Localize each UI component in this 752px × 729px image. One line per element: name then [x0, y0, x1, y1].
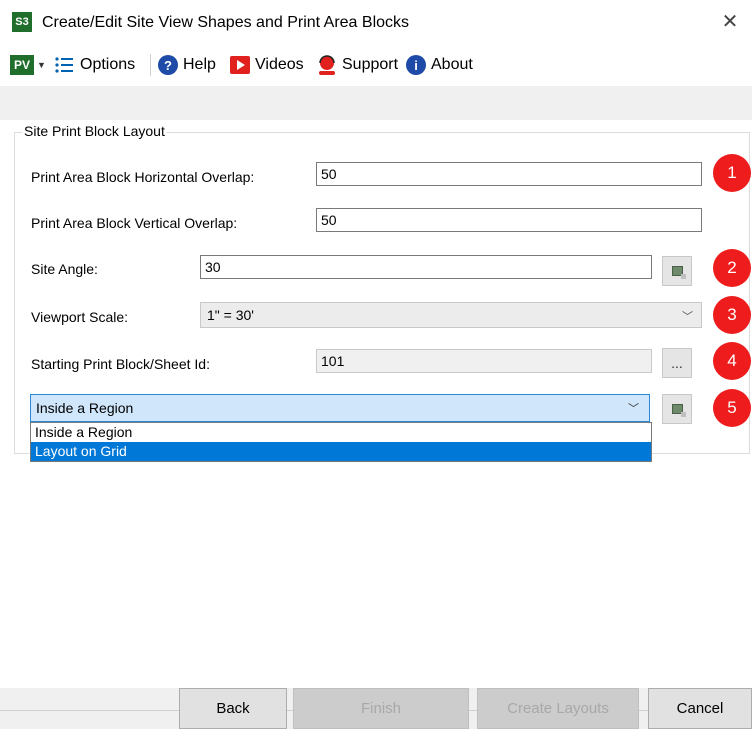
finish-button[interactable]: Finish — [293, 688, 469, 729]
pv-logo-icon: PV — [10, 55, 34, 75]
horizontal-overlap-label: Print Area Block Horizontal Overlap: — [31, 169, 255, 185]
horizontal-overlap-input[interactable]: 50 — [316, 162, 702, 186]
dropdown-option-inside-region[interactable]: Inside a Region — [31, 423, 651, 442]
viewport-scale-value: 1" = 30' — [207, 307, 254, 323]
step-badge-1: 1 — [713, 154, 751, 192]
pick-region-button[interactable] — [662, 394, 692, 424]
options-label: Options — [80, 56, 136, 73]
videos-menu[interactable]: Videos — [230, 52, 304, 78]
browse-button[interactable]: ... — [662, 348, 692, 378]
support-menu[interactable]: Support — [316, 52, 398, 78]
step-badge-4: 4 — [713, 342, 751, 380]
play-icon — [230, 56, 250, 74]
caret-down-icon: ▼ — [37, 60, 46, 70]
help-menu[interactable]: ? Help — [158, 52, 216, 78]
chevron-down-icon: ﹀ — [682, 311, 693, 323]
starting-id-input[interactable]: 101 — [316, 349, 652, 373]
create-layouts-button[interactable]: Create Layouts — [477, 688, 639, 729]
support-headset-icon — [319, 55, 335, 75]
help-label: Help — [183, 56, 216, 73]
viewport-scale-label: Viewport Scale: — [31, 309, 129, 325]
dropdown-option-layout-on-grid[interactable]: Layout on Grid — [31, 442, 651, 461]
menu-bar: PV ▼ Options ? Help Videos Support i Abo… — [0, 44, 752, 86]
layout-mode-value: Inside a Region — [36, 400, 134, 416]
info-icon: i — [406, 55, 426, 75]
pv-menu-button[interactable]: PV ▼ — [10, 52, 46, 78]
close-button[interactable]: ✕ — [718, 10, 742, 34]
starting-id-label: Starting Print Block/Sheet Id: — [31, 356, 210, 372]
step-badge-3: 3 — [713, 296, 751, 334]
layout-mode-select[interactable]: Inside a Region ﹀ — [30, 394, 650, 422]
window-title: Create/Edit Site View Shapes and Print A… — [42, 14, 410, 31]
site-angle-label: Site Angle: — [31, 261, 98, 277]
vertical-overlap-label: Print Area Block Vertical Overlap: — [31, 215, 238, 231]
menu-divider — [150, 54, 151, 76]
help-icon: ? — [158, 55, 178, 75]
back-button[interactable]: Back — [179, 688, 287, 729]
step-badge-2: 2 — [713, 249, 751, 287]
videos-label: Videos — [255, 56, 304, 73]
viewport-scale-select[interactable]: 1" = 30' ﹀ — [200, 302, 702, 328]
about-label: About — [431, 56, 473, 73]
site-angle-input[interactable]: 30 — [200, 255, 652, 279]
pick-from-drawing-icon — [671, 266, 686, 279]
toolbar-strip — [0, 86, 752, 120]
chevron-down-icon: ﹀ — [628, 403, 639, 415]
pick-from-drawing-icon — [671, 404, 686, 417]
vertical-overlap-input[interactable]: 50 — [316, 208, 702, 232]
about-menu[interactable]: i About — [406, 52, 473, 78]
step-badge-5: 5 — [713, 389, 751, 427]
layout-mode-dropdown-list: Inside a Region Layout on Grid — [30, 422, 652, 462]
pick-angle-button[interactable] — [662, 256, 692, 286]
options-menu[interactable]: Options — [54, 52, 135, 78]
cancel-button[interactable]: Cancel — [648, 688, 752, 729]
list-icon — [55, 57, 73, 73]
group-legend: Site Print Block Layout — [22, 123, 167, 139]
app-icon: S3 — [12, 12, 32, 32]
support-label: Support — [342, 56, 399, 73]
